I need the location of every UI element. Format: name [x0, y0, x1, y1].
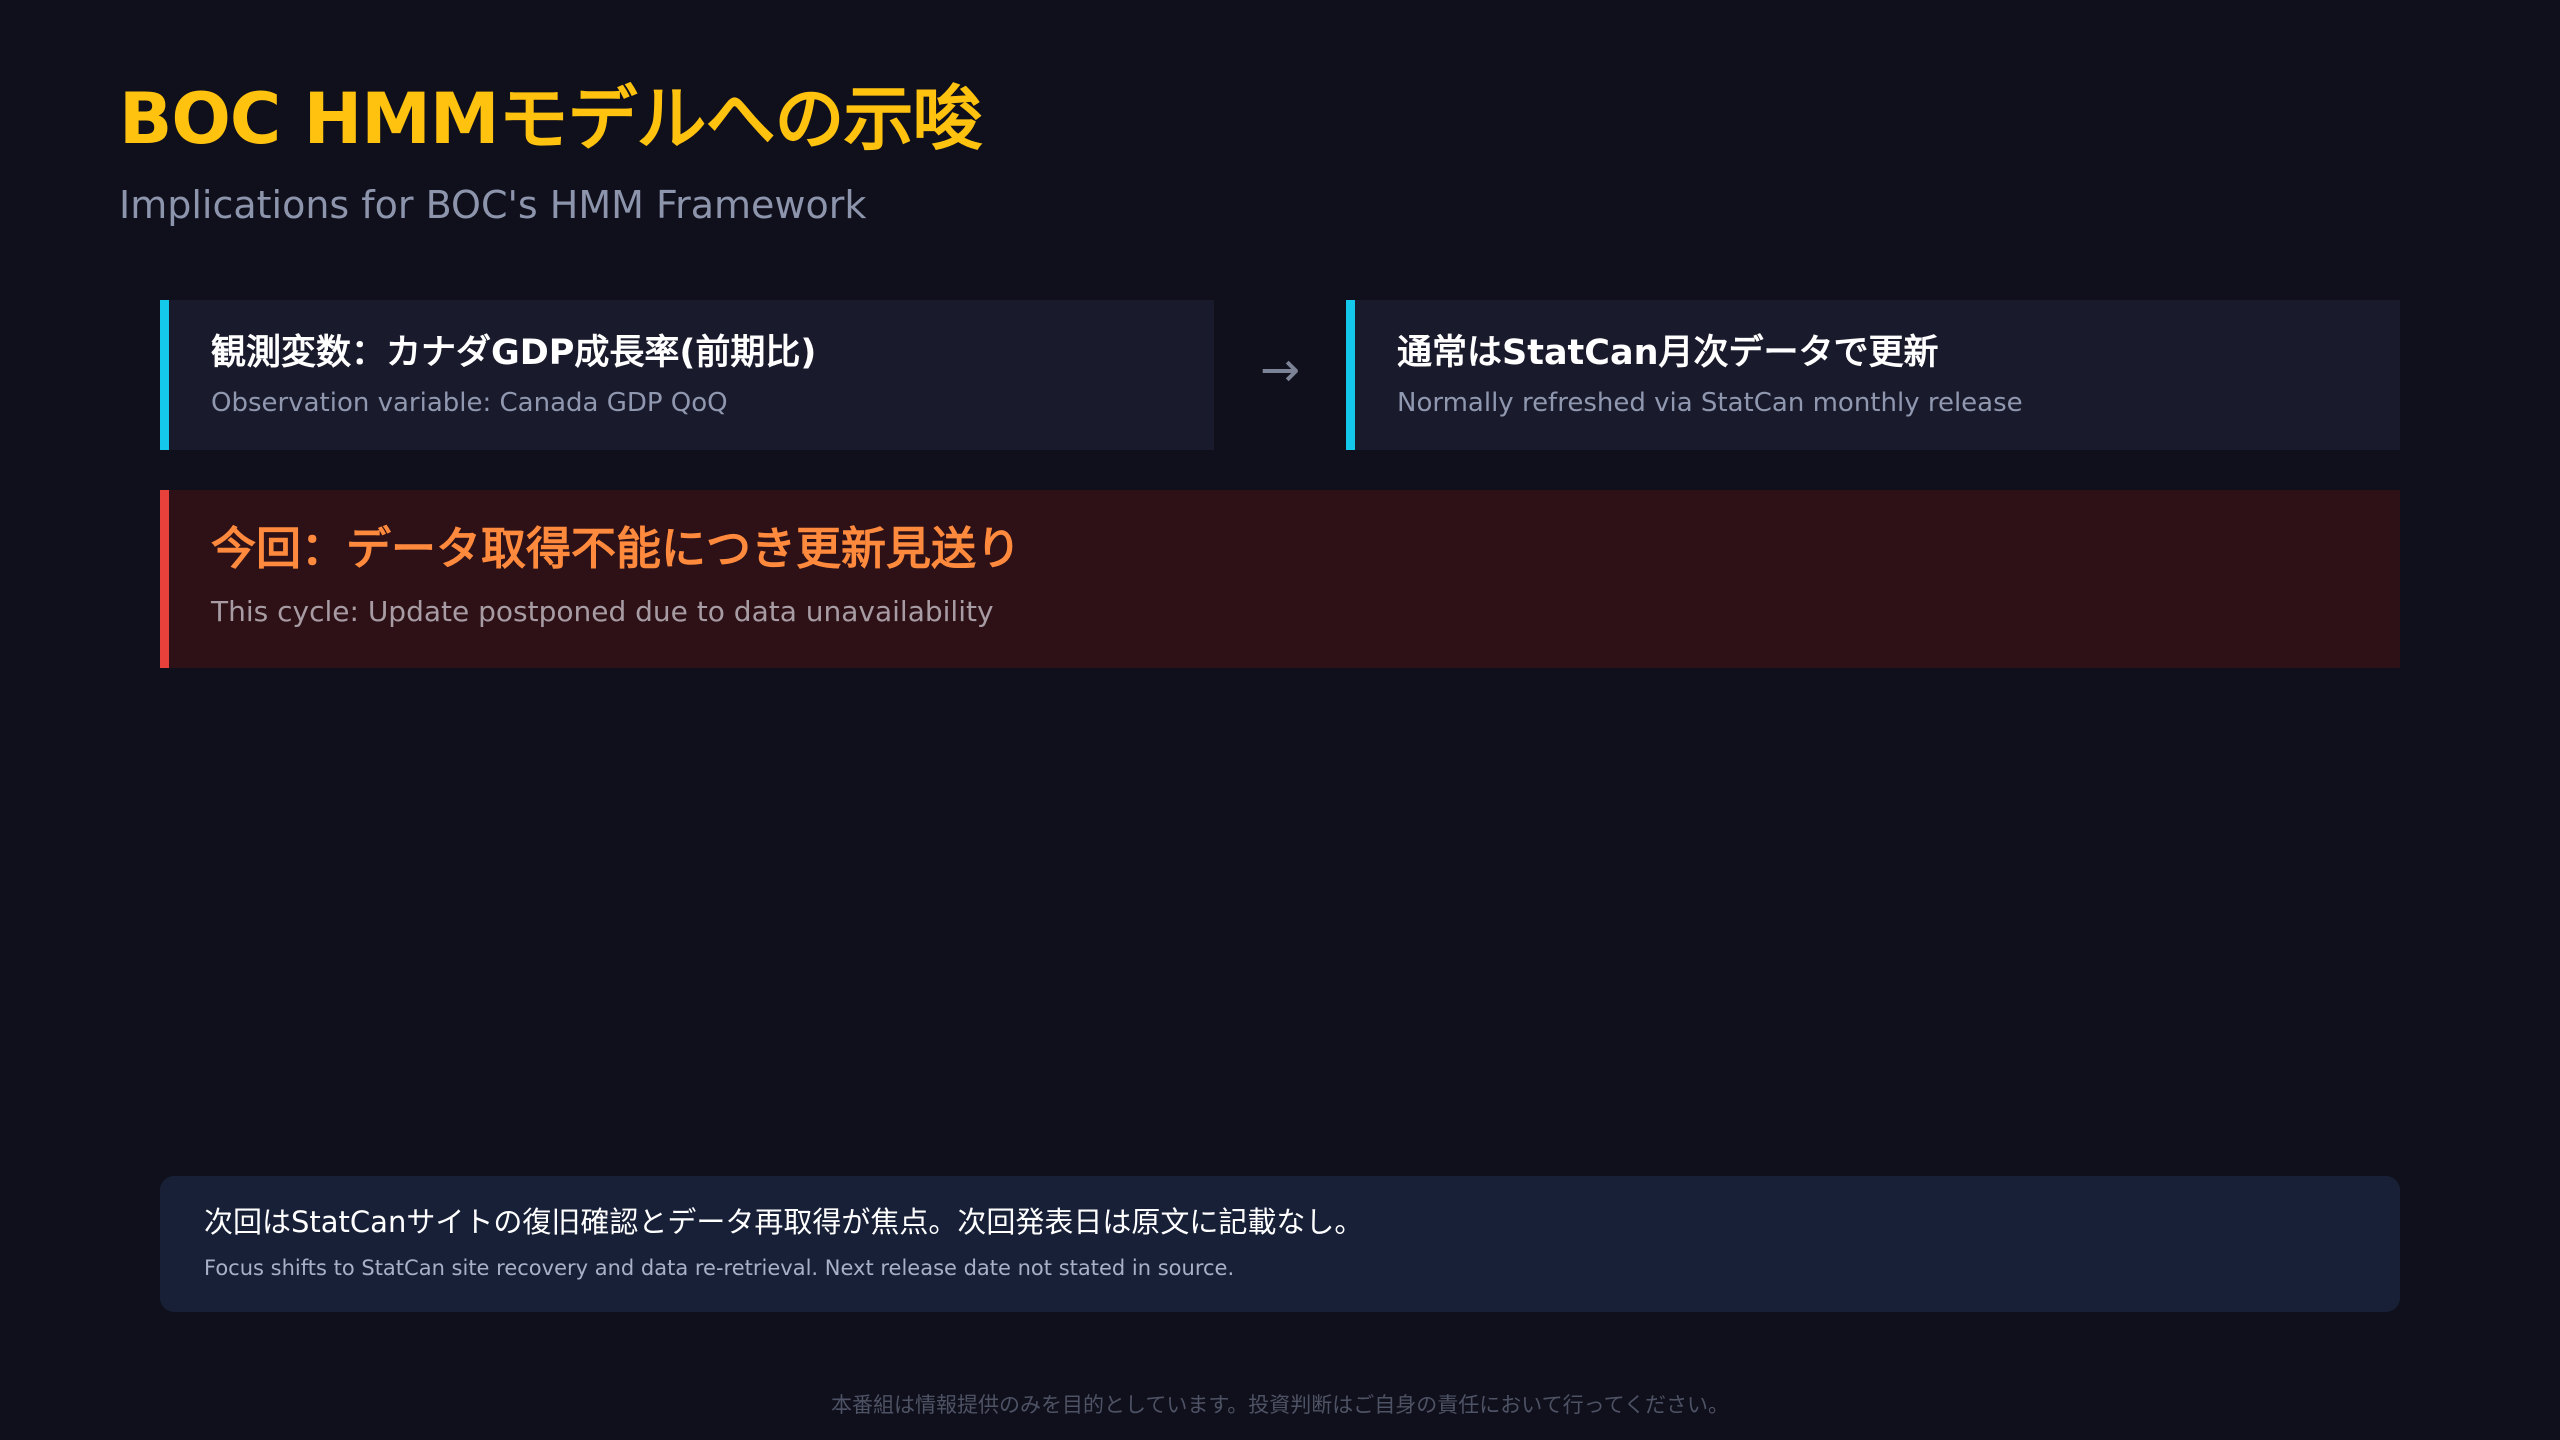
note-heading: 次回はStatCanサイトの復旧確認とデータ再取得が焦点。次回発表日は原文に記載… — [204, 1205, 1364, 1239]
observation-variable-card: 観測変数：カナダGDP成長率(前期比) Observation variable… — [160, 300, 1214, 450]
alert-heading: 今回：データ取得不能につき更新見送り — [211, 522, 1022, 575]
refresh-method-card: 通常はStatCan月次データで更新 Normally refreshed vi… — [1346, 300, 2400, 450]
refresh-card-heading: 通常はStatCan月次データで更新 — [1397, 333, 1939, 373]
observation-card-subheading: Observation variable: Canada GDP QoQ — [211, 388, 728, 418]
slide: BOC HMMモデルへの示唆 Implications for BOC's HM… — [0, 0, 2560, 1440]
footer-disclaimer: 本番組は情報提供のみを目的としています。投資判断はご自身の責任において行ってくだ… — [831, 1393, 1729, 1417]
refresh-card-subheading: Normally refreshed via StatCan monthly r… — [1397, 388, 2023, 418]
page-subtitle: Implications for BOC's HMM Framework — [119, 183, 867, 227]
right-arrow-icon: → — [1259, 342, 1301, 398]
alert-subheading: This cycle: Update postponed due to data… — [211, 595, 994, 628]
note-subheading: Focus shifts to StatCan site recovery an… — [204, 1256, 1235, 1280]
page-title: BOC HMMモデルへの示唆 — [119, 78, 983, 160]
observation-card-heading: 観測変数：カナダGDP成長率(前期比) — [211, 333, 817, 373]
update-postponed-alert: 今回：データ取得不能につき更新見送り This cycle: Update po… — [160, 490, 2400, 668]
next-focus-note: 次回はStatCanサイトの復旧確認とデータ再取得が焦点。次回発表日は原文に記載… — [160, 1176, 2400, 1312]
